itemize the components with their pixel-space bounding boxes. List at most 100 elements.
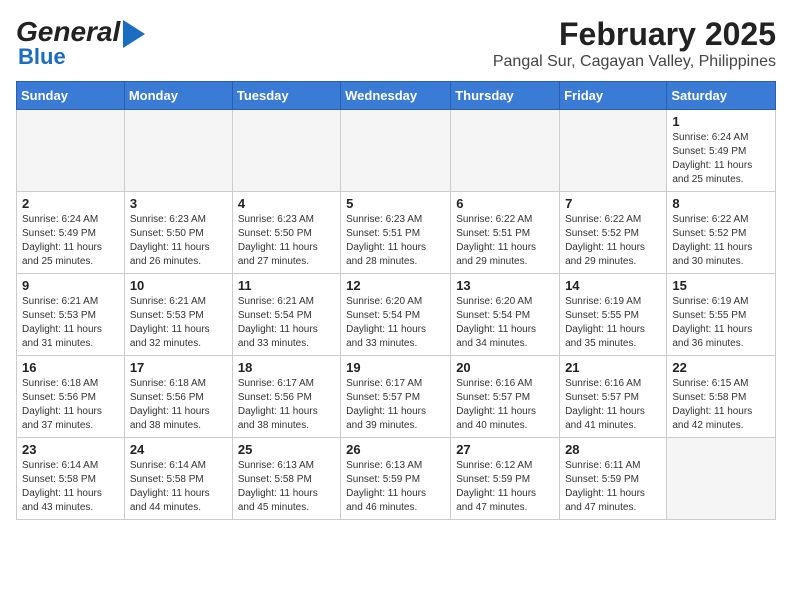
day-number: 6 <box>456 196 554 211</box>
day-info: Sunrise: 6:21 AM Sunset: 5:53 PM Dayligh… <box>130 295 227 351</box>
table-row: 12 Sunrise: 6:20 AM Sunset: 5:54 PM Dayli… <box>341 274 451 356</box>
table-row <box>667 438 776 520</box>
day-info: Sunrise: 6:17 AM Sunset: 5:56 PM Dayligh… <box>238 377 335 433</box>
day-number: 23 <box>22 442 119 457</box>
table-row: 13Sunrise: 6:20 AM Sunset: 5:54 PM Dayli… <box>451 274 560 356</box>
table-row: 18 Sunrise: 6:17 AM Sunset: 5:56 PM Dayli… <box>232 356 340 438</box>
day-number: 28 <box>565 442 661 457</box>
header-tuesday: Tuesday <box>232 82 340 110</box>
day-info: Sunrise: 6:19 AM Sunset: 5:55 PM Dayligh… <box>672 295 770 351</box>
day-info: Sunrise: 6:18 AM Sunset: 5:56 PM Dayligh… <box>130 377 227 433</box>
table-row <box>124 110 232 192</box>
day-number: 8 <box>672 196 770 211</box>
day-number: 9 <box>22 278 119 293</box>
calendar-week-row: 1 Sunrise: 6:24 AM Sunset: 5:49 PM Daylig… <box>17 110 776 192</box>
table-row: 14 Sunrise: 6:19 AM Sunset: 5:55 PM Dayli… <box>560 274 667 356</box>
header-monday: Monday <box>124 82 232 110</box>
logo-arrow-icon <box>123 20 145 48</box>
table-row: 7 Sunrise: 6:22 AM Sunset: 5:52 PM Daylig… <box>560 192 667 274</box>
table-row: 5Sunrise: 6:23 AM Sunset: 5:51 PM Daylig… <box>341 192 451 274</box>
header-sunday: Sunday <box>17 82 125 110</box>
table-row: 4Sunrise: 6:23 AM Sunset: 5:50 PM Daylig… <box>232 192 340 274</box>
day-info: Sunrise: 6:22 AM Sunset: 5:52 PM Dayligh… <box>672 213 770 269</box>
table-row: 9 Sunrise: 6:21 AM Sunset: 5:53 PM Daylig… <box>17 274 125 356</box>
header-wednesday: Wednesday <box>341 82 451 110</box>
day-number: 17 <box>130 360 227 375</box>
page-header: General Blue February 2025 Pangal Sur, C… <box>16 16 776 71</box>
header-saturday: Saturday <box>667 82 776 110</box>
day-info: Sunrise: 6:22 AM Sunset: 5:52 PM Dayligh… <box>565 213 661 269</box>
calendar-week-row: 16 Sunrise: 6:18 AM Sunset: 5:56 PM Dayli… <box>17 356 776 438</box>
day-info: Sunrise: 6:16 AM Sunset: 5:57 PM Dayligh… <box>565 377 661 433</box>
day-number: 18 <box>238 360 335 375</box>
day-number: 2 <box>22 196 119 211</box>
day-info: Sunrise: 6:24 AM Sunset: 5:49 PM Dayligh… <box>672 131 770 187</box>
day-info: Sunrise: 6:13 AM Sunset: 5:58 PM Dayligh… <box>238 459 335 515</box>
logo: General Blue <box>16 16 145 70</box>
day-info: Sunrise: 6:23 AM Sunset: 5:50 PM Dayligh… <box>130 213 227 269</box>
table-row <box>451 110 560 192</box>
day-number: 7 <box>565 196 661 211</box>
day-number: 20 <box>456 360 554 375</box>
day-number: 19 <box>346 360 445 375</box>
table-row <box>341 110 451 192</box>
day-info: Sunrise: 6:19 AM Sunset: 5:55 PM Dayligh… <box>565 295 661 351</box>
logo-blue: Blue <box>18 44 66 69</box>
table-row <box>232 110 340 192</box>
day-number: 25 <box>238 442 335 457</box>
day-info: Sunrise: 6:18 AM Sunset: 5:56 PM Dayligh… <box>22 377 119 433</box>
day-number: 27 <box>456 442 554 457</box>
calendar-week-row: 23Sunrise: 6:14 AM Sunset: 5:58 PM Dayli… <box>17 438 776 520</box>
table-row: 26 Sunrise: 6:13 AM Sunset: 5:59 PM Dayli… <box>341 438 451 520</box>
table-row: 22Sunrise: 6:15 AM Sunset: 5:58 PM Dayli… <box>667 356 776 438</box>
day-info: Sunrise: 6:23 AM Sunset: 5:51 PM Dayligh… <box>346 213 445 269</box>
table-row: 25 Sunrise: 6:13 AM Sunset: 5:58 PM Dayli… <box>232 438 340 520</box>
day-number: 22 <box>672 360 770 375</box>
day-number: 14 <box>565 278 661 293</box>
table-row: 8 Sunrise: 6:22 AM Sunset: 5:52 PM Daylig… <box>667 192 776 274</box>
day-info: Sunrise: 6:16 AM Sunset: 5:57 PM Dayligh… <box>456 377 554 433</box>
day-number: 3 <box>130 196 227 211</box>
day-info: Sunrise: 6:17 AM Sunset: 5:57 PM Dayligh… <box>346 377 445 433</box>
table-row: 21 Sunrise: 6:16 AM Sunset: 5:57 PM Dayli… <box>560 356 667 438</box>
calendar-title: February 2025 <box>493 16 776 53</box>
table-row: 20 Sunrise: 6:16 AM Sunset: 5:57 PM Dayli… <box>451 356 560 438</box>
header-thursday: Thursday <box>451 82 560 110</box>
day-number: 12 <box>346 278 445 293</box>
table-row: 1 Sunrise: 6:24 AM Sunset: 5:49 PM Daylig… <box>667 110 776 192</box>
day-info: Sunrise: 6:24 AM Sunset: 5:49 PM Dayligh… <box>22 213 119 269</box>
day-number: 1 <box>672 114 770 129</box>
calendar-subtitle: Pangal Sur, Cagayan Valley, Philippines <box>493 53 776 71</box>
table-row: 17 Sunrise: 6:18 AM Sunset: 5:56 PM Dayli… <box>124 356 232 438</box>
day-number: 24 <box>130 442 227 457</box>
table-row: 2 Sunrise: 6:24 AM Sunset: 5:49 PM Daylig… <box>17 192 125 274</box>
table-row: 23Sunrise: 6:14 AM Sunset: 5:58 PM Dayli… <box>17 438 125 520</box>
day-info: Sunrise: 6:12 AM Sunset: 5:59 PM Dayligh… <box>456 459 554 515</box>
calendar-table: Sunday Monday Tuesday Wednesday Thursday… <box>16 81 776 520</box>
day-number: 11 <box>238 278 335 293</box>
calendar-header-row: Sunday Monday Tuesday Wednesday Thursday… <box>17 82 776 110</box>
calendar-week-row: 2 Sunrise: 6:24 AM Sunset: 5:49 PM Daylig… <box>17 192 776 274</box>
title-section: February 2025 Pangal Sur, Cagayan Valley… <box>493 16 776 71</box>
table-row: 24Sunrise: 6:14 AM Sunset: 5:58 PM Dayli… <box>124 438 232 520</box>
day-number: 21 <box>565 360 661 375</box>
table-row: 10Sunrise: 6:21 AM Sunset: 5:53 PM Dayli… <box>124 274 232 356</box>
table-row: 28Sunrise: 6:11 AM Sunset: 5:59 PM Dayli… <box>560 438 667 520</box>
day-number: 13 <box>456 278 554 293</box>
day-number: 16 <box>22 360 119 375</box>
table-row: 6Sunrise: 6:22 AM Sunset: 5:51 PM Daylig… <box>451 192 560 274</box>
header-friday: Friday <box>560 82 667 110</box>
table-row: 19 Sunrise: 6:17 AM Sunset: 5:57 PM Dayli… <box>341 356 451 438</box>
day-number: 26 <box>346 442 445 457</box>
day-info: Sunrise: 6:20 AM Sunset: 5:54 PM Dayligh… <box>346 295 445 351</box>
table-row <box>17 110 125 192</box>
day-info: Sunrise: 6:21 AM Sunset: 5:54 PM Dayligh… <box>238 295 335 351</box>
day-info: Sunrise: 6:13 AM Sunset: 5:59 PM Dayligh… <box>346 459 445 515</box>
table-row: 11 Sunrise: 6:21 AM Sunset: 5:54 PM Dayli… <box>232 274 340 356</box>
table-row: 27 Sunrise: 6:12 AM Sunset: 5:59 PM Dayli… <box>451 438 560 520</box>
day-info: Sunrise: 6:21 AM Sunset: 5:53 PM Dayligh… <box>22 295 119 351</box>
day-number: 4 <box>238 196 335 211</box>
day-number: 15 <box>672 278 770 293</box>
table-row <box>560 110 667 192</box>
table-row: 15 Sunrise: 6:19 AM Sunset: 5:55 PM Dayli… <box>667 274 776 356</box>
